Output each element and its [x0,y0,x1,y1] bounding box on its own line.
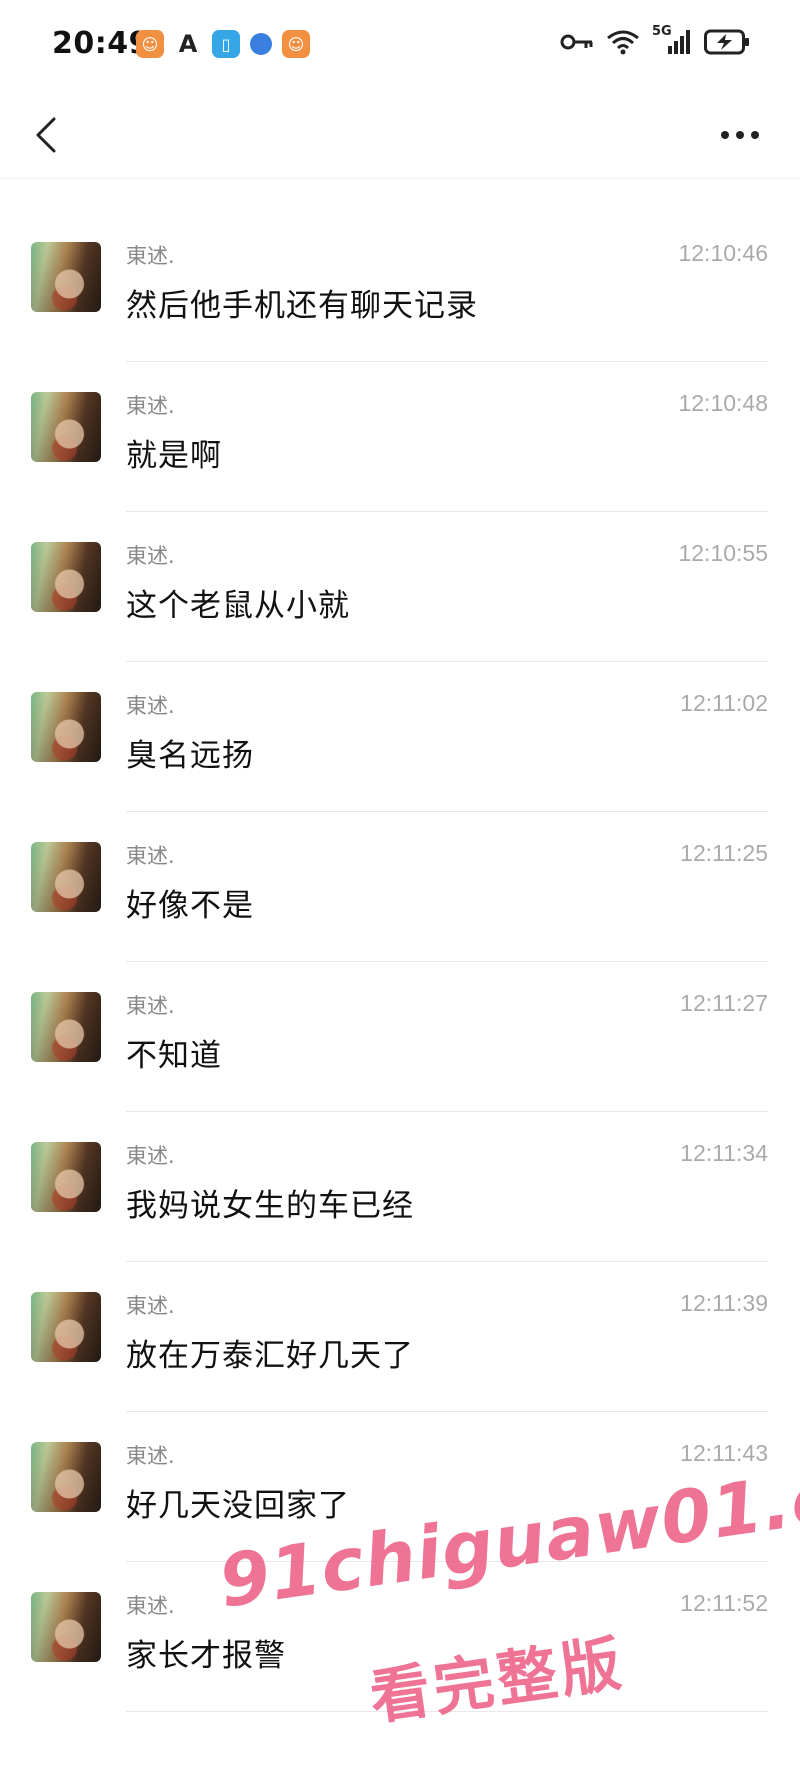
sender-name: 東述. [126,1444,175,1468]
browser-app-icon [250,33,272,55]
sender-name: 東述. [126,244,175,268]
reader-app-icon: ▯ [212,30,240,58]
avatar[interactable] [31,692,101,762]
message-text: 好像不是 [126,888,254,924]
wifi-icon [607,30,639,55]
battery-charging-icon [704,29,749,55]
notification-icons: ☺ A ▯ ☺ [136,30,310,58]
status-bar: 20:49 ☺ A ▯ ☺ 5G [0,0,800,92]
message-text: 然后他手机还有聊天记录 [126,288,478,324]
status-indicators: 5G [560,24,750,56]
more-options-button[interactable] [710,112,770,158]
list-item[interactable]: 東述. 12:11:43 好几天没回家了 [0,1412,800,1562]
list-item[interactable]: 東述. 12:11:25 好像不是 [0,812,800,962]
avatar[interactable] [31,1292,101,1362]
message-text: 不知道 [126,1038,222,1074]
divider [126,1711,768,1712]
sender-name: 東述. [126,544,175,568]
avatar[interactable] [31,242,101,312]
cellular-signal-icon: 5G [652,24,692,56]
message-text: 放在万泰汇好几天了 [126,1338,414,1374]
font-app-icon: A [178,30,198,58]
sender-name: 東述. [126,394,175,418]
message-text: 我妈说女生的车已经 [126,1188,414,1224]
chevron-left-icon [36,117,56,153]
message-text: 这个老鼠从小就 [126,588,350,624]
list-item[interactable]: 東述. 12:11:39 放在万泰汇好几天了 [0,1262,800,1412]
top-nav-bar [0,92,800,179]
app-notification-icon: ☺ [136,30,164,58]
back-button[interactable] [24,110,68,160]
message-list[interactable]: 東述. 12:10:46 然后他手机还有聊天记录 東述. 12:10:48 就是… [0,212,800,1712]
more-dots-icon [721,131,759,139]
message-timestamp: 12:11:43 [680,1440,768,1466]
message-text: 臭名远扬 [126,738,254,774]
message-timestamp: 12:10:46 [678,240,768,266]
message-timestamp: 12:11:02 [680,690,768,716]
message-text: 好几天没回家了 [126,1488,350,1524]
app-notification-icon: ☺ [282,30,310,58]
sender-name: 東述. [126,844,175,868]
message-timestamp: 12:11:39 [680,1290,768,1316]
message-timestamp: 12:10:48 [678,390,768,416]
avatar[interactable] [31,1142,101,1212]
message-timestamp: 12:11:34 [680,1140,768,1166]
avatar[interactable] [31,1442,101,1512]
avatar[interactable] [31,842,101,912]
avatar[interactable] [31,992,101,1062]
list-item[interactable]: 東述. 12:11:27 不知道 [0,962,800,1112]
list-item[interactable]: 東述. 12:10:46 然后他手机还有聊天记录 [0,212,800,362]
avatar[interactable] [31,1592,101,1662]
list-item[interactable]: 東述. 12:10:55 这个老鼠从小就 [0,512,800,662]
avatar[interactable] [31,392,101,462]
message-timestamp: 12:10:55 [678,540,768,566]
avatar[interactable] [31,542,101,612]
list-item[interactable]: 東述. 12:11:52 家长才报警 [0,1562,800,1712]
sender-name: 東述. [126,994,175,1018]
message-timestamp: 12:11:25 [680,840,768,866]
list-item[interactable]: 東述. 12:11:02 臭名远扬 [0,662,800,812]
message-timestamp: 12:11:27 [680,990,768,1016]
list-item[interactable]: 東述. 12:10:48 就是啊 [0,362,800,512]
sender-name: 東述. [126,1144,175,1168]
sender-name: 東述. [126,1294,175,1318]
list-item[interactable]: 東述. 12:11:34 我妈说女生的车已经 [0,1112,800,1262]
message-timestamp: 12:11:52 [680,1590,768,1616]
sender-name: 東述. [126,694,175,718]
message-text: 家长才报警 [126,1638,286,1674]
chat-history-screen: 20:49 ☺ A ▯ ☺ 5G 東述. 12:10:46 然后他手机还有聊天记… [0,0,800,1787]
sender-name: 東述. [126,1594,175,1618]
message-text: 就是啊 [126,438,222,474]
key-icon [560,34,593,50]
